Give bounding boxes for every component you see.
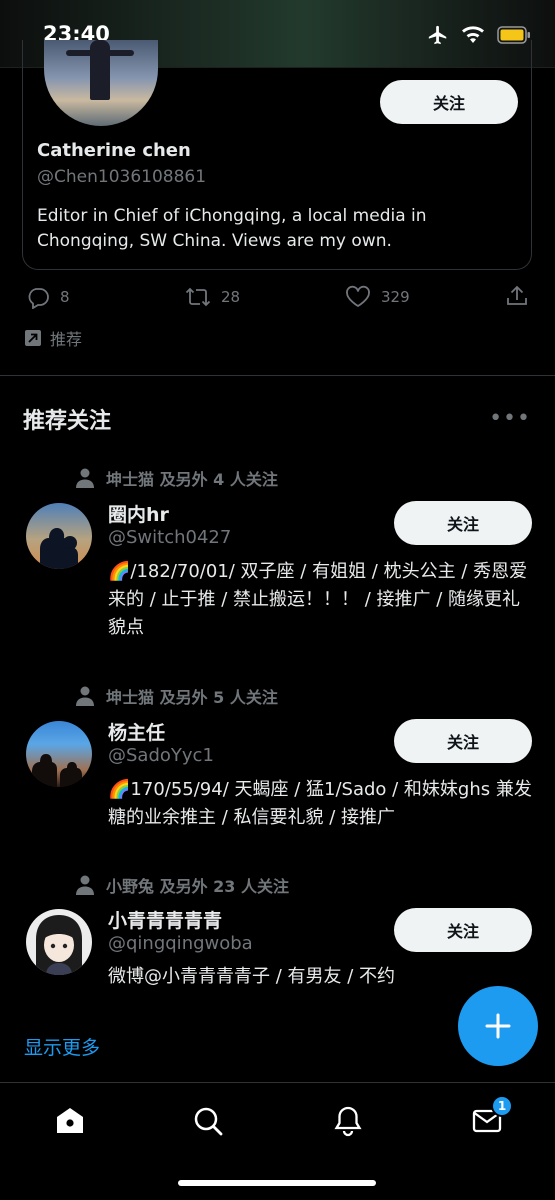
nav-home[interactable] [50,1101,90,1141]
suggestion-name[interactable]: 杨主任 [108,718,165,745]
suggestion-handle: @Switch0427 [108,527,232,548]
social-context: 小野兔 及另外 23 人关注 [76,873,289,897]
home-indicator [178,1180,376,1186]
avatar[interactable] [26,721,92,787]
person-icon [76,468,94,488]
follow-button[interactable]: 关注 [394,908,532,952]
reply-button[interactable]: 8 [26,285,70,309]
profile-bio: Editor in Chief of iChongqing, a local m… [37,206,427,251]
like-count: 329 [381,288,410,306]
avatar[interactable] [26,909,92,975]
nav-notifications[interactable] [328,1101,368,1141]
heart-icon [346,285,370,308]
tweet-actions: 8 28 329 [0,282,555,312]
social-context: 坤士猫 及另外 5 人关注 [76,684,278,708]
more-options-icon[interactable]: ••• [489,406,531,431]
like-button[interactable]: 329 [345,285,410,309]
follow-suggestion[interactable]: 小野兔 及另外 23 人关注 小青青青青青 @qingqingwoba 微博@小… [0,873,555,1003]
profile-handle: @Chen1036108861 [37,167,207,187]
retweet-button[interactable]: 28 [185,285,240,309]
suggestion-name[interactable]: 小青青青青青 [108,906,222,933]
suggestion-handle: @SadoYyc1 [108,745,214,766]
reply-icon [28,288,49,309]
compose-button[interactable] [458,986,538,1066]
follow-button[interactable]: 关注 [394,501,532,545]
retweet-icon [185,287,211,307]
reply-count: 8 [60,288,70,306]
home-icon [57,1108,83,1133]
share-button[interactable] [505,284,529,308]
promoted-icon [25,330,41,346]
share-icon [507,285,527,305]
follow-suggestion[interactable]: 坤士猫 及另外 5 人关注 杨主任 @SadoYyc1 🌈170/55/94/ … [0,684,555,844]
person-icon [76,875,94,895]
follow-button[interactable]: 关注 [394,719,532,763]
avatar[interactable] [26,503,92,569]
search-icon [194,1107,223,1136]
bell-icon [334,1106,362,1137]
suggestion-bio: 🌈/182/70/01/ 双子座 / 有姐姐 / 枕头公主 / 秀恩爱来的 / … [108,561,528,638]
profile-name[interactable]: Catherine chen [37,140,191,161]
who-to-follow-title: 推荐关注 [23,409,112,434]
social-context: 坤士猫 及另外 4 人关注 [76,466,278,490]
show-more-link[interactable]: 显示更多 [24,1033,100,1060]
retweet-count: 28 [221,288,241,306]
follow-suggestion[interactable]: 坤士猫 及另外 4 人关注 圈内hr @Switch0427 🌈/182/70/… [0,466,555,656]
suggestion-handle: @qingqingwoba [108,933,253,954]
profile-follow-button[interactable]: 关注 [380,80,518,124]
nav-search[interactable] [188,1101,228,1141]
promoted-label: 推荐 [24,326,82,350]
suggestion-bio: 微博@小青青青青子 / 有男友 / 不约 [108,966,396,987]
messages-badge: 1 [491,1095,513,1117]
plus-icon [485,1013,511,1039]
suggestion-name[interactable]: 圈内hr [108,500,169,527]
section-divider [0,375,555,376]
person-icon [76,686,94,706]
nav-messages[interactable]: 1 [467,1095,513,1141]
suggestion-bio: 🌈170/55/94/ 天蝎座 / 猛1/Sado / 和妹妹ghs 兼发糖的业… [108,779,532,828]
